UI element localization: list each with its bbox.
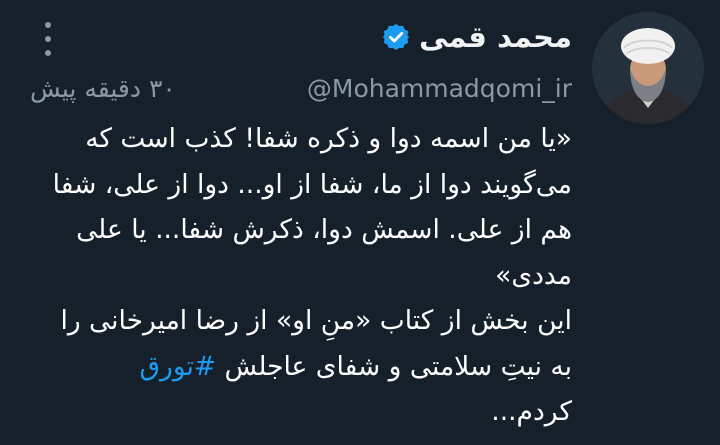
tweet-text-line: به نیتِ سلامتی و شفای عاجلش #تورق	[30, 344, 572, 390]
tweet-timestamp[interactable]: ۳۰ دقیقه پیش	[30, 74, 176, 104]
author-handle[interactable]: @Mohammadqomi_ir	[307, 74, 572, 104]
tweet-text-line: «یا من اسمه دوا و ذکره شفا! کذب است که	[85, 123, 572, 154]
tweet-text-line: هم از علی. اسمش دوا، ذکرش شفا... یا علی	[76, 214, 572, 245]
tweet-text: «یا من اسمه دوا و ذکره شفا! کذب است که م…	[30, 116, 572, 435]
verified-badge-icon	[381, 22, 411, 52]
tweet-text-fragment: به نیتِ سلامتی و شفای عاجلش	[216, 350, 572, 382]
tweet-meta: @Mohammadqomi_ir ۳۰ دقیقه پیش	[30, 74, 572, 104]
avatar[interactable]	[592, 12, 704, 124]
tweet-text-line: می‌گویند دوا از ما، شفا از او... دوا از …	[52, 168, 572, 200]
avatar-photo-icon	[592, 12, 704, 124]
tweet-text-line: کردم...	[491, 396, 572, 427]
tweet-card[interactable]: محمد قمی @Mohammadqomi_ir ۳۰ دقیقه پیش «…	[0, 0, 720, 445]
hashtag-link[interactable]: #تورق	[139, 351, 216, 382]
tweet-text-line: مددی»	[495, 259, 572, 291]
more-dots-icon	[45, 22, 51, 28]
display-name[interactable]: محمد قمی	[419, 22, 572, 52]
tweet-text-line: این بخش از کتاب «منِ او» از رضا امیرخانی…	[60, 305, 572, 336]
tweet-header: محمد قمی	[381, 22, 572, 52]
more-options-button[interactable]	[38, 22, 58, 56]
